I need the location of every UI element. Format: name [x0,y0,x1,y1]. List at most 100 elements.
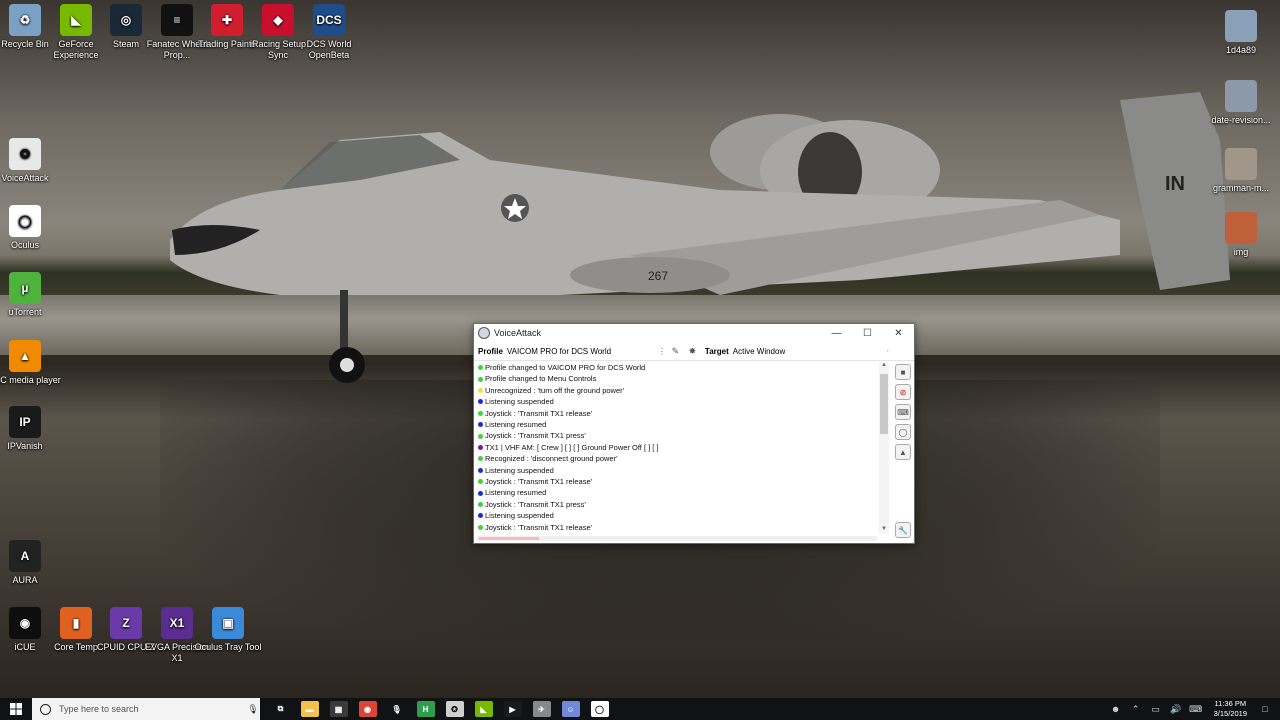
keyboard-icon[interactable]: ⌨ [895,404,911,420]
desktop-icon-date-revision[interactable]: date-revision... [1204,80,1278,126]
status-dot-icon [478,399,483,405]
horizontal-scroll-thumb[interactable] [479,537,539,540]
taskbar-clock[interactable]: 11:36 PM 3/15/2019 [1214,699,1247,719]
iracing-setup-sync-icon: ◆ [262,4,294,36]
status-dot-icon [478,456,483,462]
taskbar-pinned-apps: ⧉ ▬ ▦ ◉ 🎙 H ✪ ◣ ▶ ✈ ☺ ◯ [266,701,614,717]
desktop-icon-utorrent[interactable]: µ uTorrent [0,272,62,318]
profile-select[interactable]: VAICOM PRO for DCS World [507,347,657,356]
discord-icon[interactable]: ☺ [561,701,580,717]
desktop-icon-label: VoiceAttack [1,173,49,183]
people-icon[interactable]: ☻ [1109,704,1123,714]
core-temp-icon: ▮ [60,607,92,639]
settings-wrench-icon[interactable]: 🔧 [895,522,911,538]
taskbar-search-box[interactable]: Type here to search 🎙 [32,698,260,720]
steam-icon: ◎ [110,4,142,36]
desktop-icon-label: VLC media player [0,375,61,385]
desktop-icon-dcs-world-openbeta[interactable]: DCS DCS World OpenBeta [292,4,366,61]
desktop-icon-label: img [1233,247,1249,257]
task-view-icon[interactable]: ⧉ [271,701,290,717]
log-text: Joystick : 'Transmit TX1 release' [485,477,593,487]
edit-profile-icon[interactable]: ✎ [669,346,682,358]
scroll-down-icon[interactable]: ▼ [879,526,889,534]
log-text: Listening resumed [485,420,547,430]
desktop-icon-label: Oculus [10,240,39,250]
target-dropdown-icon[interactable]: ⋅ [883,347,893,356]
clock-date: 3/15/2019 [1213,709,1247,718]
fighter-jet-icon[interactable]: ✈ [532,701,551,717]
volume-icon[interactable]: 🔊 [1169,704,1183,715]
desktop-icon-1d4a89[interactable]: 1d4a89 [1204,10,1278,56]
profile-dropdown-icon[interactable]: ⋮ [657,347,667,356]
h-app-icon[interactable]: H [416,701,435,717]
desktop-icon-ipvanish[interactable]: IP IPVanish [0,406,62,452]
log-row: Joystick : 'Transmit TX1 press' [477,430,877,441]
microphone-app-icon[interactable]: 🎙 [387,701,406,717]
desktop-icon-label: date-revision... [1211,115,1271,125]
voiceattack-task-icon[interactable]: ✪ [445,701,464,717]
voiceattack-window[interactable]: VoiceAttack — ☐ ✕ Profile VAICOM PRO for… [473,323,915,544]
log-row: Joystick : 'Transmit TX1 release' [477,476,877,487]
calculator-icon[interactable]: ▦ [329,701,348,717]
oculus-task-icon[interactable]: ◯ [590,701,609,717]
desktop-icon-vlc-media-player[interactable]: ▲ VLC media player [0,340,62,386]
desktop-icon-gramman-m[interactable]: gramman-m... [1204,148,1278,194]
recycle-bin-icon: ♻ [9,4,41,36]
status-dot-icon [478,365,483,371]
log-row: Listening resumed [477,419,877,430]
voiceattack-titlebar[interactable]: VoiceAttack — ☐ ✕ [474,324,914,342]
log-horizontal-scrollbar[interactable] [477,536,877,541]
action-center-icon[interactable]: □ [1258,704,1272,714]
log-text: Listening suspended [485,397,554,407]
log-text: Joystick : 'Transmit TX1 press' [485,499,586,509]
status-dot-icon [478,467,483,473]
nvidia-icon[interactable]: ◣ [474,701,493,717]
language-icon[interactable]: ⌨ [1189,704,1203,715]
desktop-icon-img[interactable]: img [1204,212,1278,258]
fanatec-wheel-prop-icon: ≡ [161,4,193,36]
chrome-icon[interactable]: ◉ [358,701,377,717]
log-row: Listening suspended [477,510,877,521]
scroll-thumb[interactable] [880,374,888,434]
svg-text:IN: IN [1165,173,1185,195]
desktop-icon-oculus[interactable]: ◯ Oculus [0,205,62,251]
desktop-icon-label: DCS World OpenBeta [306,39,352,60]
file-explorer-icon[interactable]: ▬ [300,701,319,717]
log-row: Profile changed to Menu Controls [477,373,877,384]
microphone-icon[interactable]: 🎙 [246,704,260,715]
log-row: Unrecognized : 'turn off the ground powe… [477,385,877,396]
minimize-button[interactable]: — [821,324,852,342]
search-input[interactable]: Type here to search [59,704,246,714]
terminal-icon[interactable]: ▶ [503,701,522,717]
log-text: TX1 | VHF AM: [ Crew ] [ ] [ ] Ground Po… [485,442,659,452]
listening-toggle-icon[interactable]: ⊘ [895,384,911,400]
network-icon[interactable]: ▭ [1149,704,1163,715]
status-dot-icon [478,513,483,519]
windows-logo-icon [10,703,22,715]
profile-label: Profile [478,347,503,356]
mouse-icon[interactable]: ◯ [895,424,911,440]
log-row: Joystick : 'Transmit TX1 release' [477,522,877,533]
log-text: Listening resumed [485,488,547,498]
desktop-icon-voiceattack[interactable]: ✪ VoiceAttack [0,138,62,184]
dcs-world-openbeta-icon: DCS [313,4,345,36]
desktop-icon-oculus-tray-tool[interactable]: ▣ Oculus Tray Tool [191,607,265,653]
oculus-icon: ◯ [9,205,41,237]
log-row: Joystick : 'Transmit TX1 press' [477,499,877,510]
log-text: Profile changed to VAICOM PRO for DCS Wo… [485,363,646,372]
start-button[interactable] [0,698,32,720]
scroll-up-icon[interactable]: ▲ [879,362,889,370]
stop-commands-icon[interactable]: ■ [895,364,911,380]
target-select[interactable]: Active Window [733,347,883,356]
status-dot-icon [478,388,483,394]
aura-icon: A [9,540,41,572]
log-vertical-scrollbar[interactable]: ▲ ▼ [879,362,889,534]
maximize-button[interactable]: ☐ [852,324,883,342]
vlc-media-player-icon: ▲ [9,340,41,372]
desktop-icon-aura[interactable]: A AURA [0,540,62,586]
show-hidden-icons-chevron-icon[interactable]: ⌃ [1129,704,1143,715]
joystick-icon[interactable]: ▲ [895,444,911,460]
log-text: Profile changed to Menu Controls [485,374,597,384]
close-button[interactable]: ✕ [883,324,914,342]
profile-options-icon[interactable]: ✸ [686,346,699,358]
